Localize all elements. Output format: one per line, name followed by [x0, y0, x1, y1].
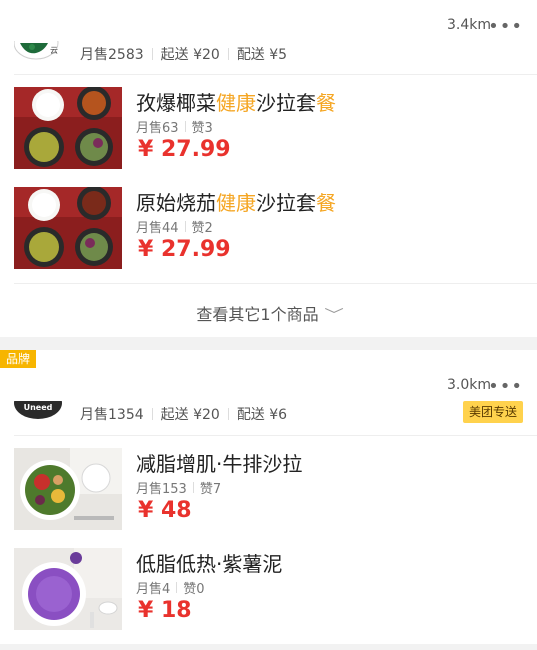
- product-item[interactable]: 孜爆椰菜健康沙拉套餐 月售63 赞3 ¥ 27.99: [14, 87, 524, 171]
- product-item[interactable]: 原始烧茄健康沙拉套餐 月售44 赞2 ¥ 27.99: [14, 187, 524, 271]
- product-sales: 月售4: [136, 582, 171, 597]
- divider: [14, 435, 537, 436]
- delivery-badge: 美团专送: [462, 401, 523, 423]
- brand-badge: 品牌: [0, 350, 36, 368]
- divider: [176, 582, 178, 593]
- divider: [227, 408, 229, 420]
- product-sales: 月售63: [136, 121, 179, 136]
- store-stats: 月售1354 起送 ¥20 配送 ¥6: [80, 404, 287, 424]
- store-card-1[interactable]: 3.4km ••• 云 月售2583 起送 ¥20 配送 ¥5 孜爆椰菜健康沙拉…: [0, 0, 537, 337]
- product-price: ¥ 48: [138, 498, 192, 523]
- store-logo-text: Uneed: [24, 403, 53, 412]
- product-name: 孜爆椰菜健康沙拉套餐: [136, 91, 336, 115]
- product-thumbnail: [14, 187, 122, 269]
- monthly-sales: 月售1354: [80, 407, 144, 423]
- product-meta: 月售153 赞7: [136, 478, 221, 497]
- product-name: 原始烧茄健康沙拉套餐: [136, 191, 336, 215]
- min-order: 起送 ¥20: [160, 407, 220, 423]
- product-likes: 赞2: [191, 221, 213, 236]
- divider: [184, 121, 186, 132]
- product-likes: 赞7: [199, 482, 222, 497]
- divider: [184, 221, 186, 232]
- divider: [227, 48, 229, 60]
- divider: [151, 408, 153, 420]
- product-name: 低脂低热·紫薯泥: [136, 552, 283, 576]
- product-thumbnail: [14, 448, 122, 530]
- product-thumbnail: [14, 87, 122, 169]
- product-likes: 赞3: [191, 121, 213, 136]
- product-meta: 月售4 赞0: [136, 578, 205, 597]
- chevron-down-icon: ﹀: [323, 308, 344, 324]
- more-dots-icon[interactable]: •••: [488, 18, 523, 36]
- svg-text:云: 云: [50, 46, 58, 55]
- delivery-fee: 配送 ¥5: [236, 47, 288, 63]
- product-price: ¥ 27.99: [138, 237, 231, 262]
- product-item[interactable]: 减脂增肌·牛排沙拉 月售153 赞7 ¥ 48: [14, 448, 524, 532]
- divider: [14, 283, 537, 284]
- product-item[interactable]: 低脂低热·紫薯泥 月售4 赞0 ¥ 18: [14, 548, 524, 632]
- divider: [151, 48, 153, 60]
- product-sales: 月售44: [136, 221, 179, 236]
- monthly-sales: 月售2583: [80, 47, 144, 63]
- product-name: 减脂增肌·牛排沙拉: [136, 452, 303, 476]
- product-likes: 赞0: [183, 582, 205, 597]
- store-logo: Uneed: [14, 401, 62, 421]
- divider: [192, 482, 194, 493]
- more-dots-icon[interactable]: •••: [488, 378, 523, 396]
- store-logo: 云: [14, 41, 62, 61]
- divider: [14, 74, 537, 75]
- product-price: ¥ 18: [138, 598, 192, 623]
- product-meta: 月售63 赞3: [136, 117, 213, 136]
- delivery-fee: 配送 ¥6: [236, 407, 288, 423]
- see-more-label: 查看其它1个商品: [196, 305, 319, 324]
- product-meta: 月售44 赞2: [136, 217, 213, 236]
- store-card-2[interactable]: 品牌 3.0km ••• Uneed 月售1354 起送 ¥20 配送 ¥6 美…: [0, 350, 537, 644]
- product-price: ¥ 27.99: [138, 137, 231, 162]
- store-distance: 3.0km: [446, 377, 491, 393]
- product-sales: 月售153: [136, 482, 187, 497]
- product-thumbnail: [14, 548, 122, 630]
- store-distance: 3.4km: [446, 17, 491, 33]
- see-more-products-button[interactable]: 查看其它1个商品 ﹀: [0, 301, 537, 325]
- store-stats: 月售2583 起送 ¥20 配送 ¥5: [80, 44, 287, 64]
- min-order: 起送 ¥20: [160, 47, 220, 63]
